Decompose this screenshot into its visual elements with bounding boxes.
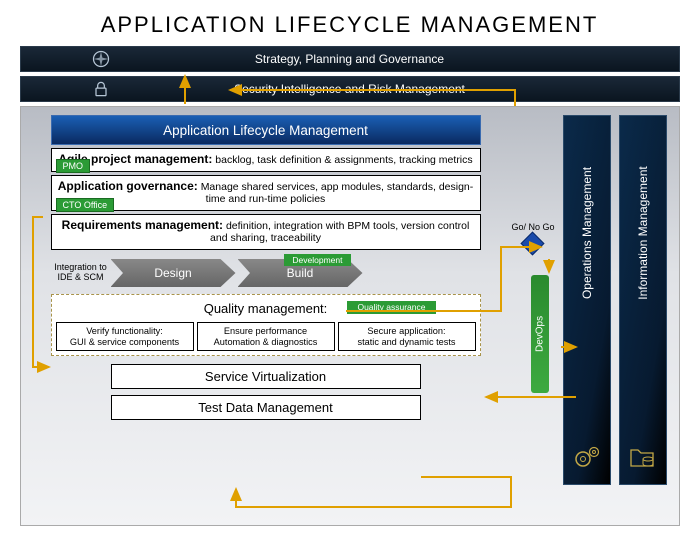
- design-block: Design: [111, 259, 236, 287]
- lock-icon: [91, 79, 111, 99]
- req-desc: definition, integration with BPM tools, …: [210, 220, 469, 244]
- ops-label: Operations Management: [580, 167, 594, 299]
- security-label: Security Intelligence and Risk Managemen…: [234, 82, 465, 96]
- qm-secure: Secure application:static and dynamic te…: [338, 322, 476, 351]
- governance-box: Application governance: Manage shared se…: [51, 175, 481, 211]
- strategy-label: Strategy, Planning and Governance: [255, 52, 444, 66]
- pmo-tag: PMO: [56, 159, 91, 173]
- qm-title-text: Quality management:: [204, 301, 328, 316]
- req-title: Requirements management:: [62, 218, 223, 232]
- test-data-management-box: Test Data Management: [111, 395, 421, 420]
- qm-cells: Verify functionality:GUI & service compo…: [56, 322, 476, 351]
- diagram-container: Strategy, Planning and Governance Securi…: [10, 46, 690, 526]
- service-virtualization-box: Service Virtualization: [111, 364, 421, 389]
- compass-icon: [91, 49, 111, 69]
- go-nogo: Go/ No Go: [511, 222, 554, 252]
- agile-box: Agile project management: backlog, task …: [51, 148, 481, 172]
- gov-desc: Manage shared services, app modules, sta…: [201, 181, 474, 205]
- qm-perf: Ensure performanceAutomation & diagnosti…: [197, 322, 335, 351]
- go-nogo-label: Go/ No Go: [511, 222, 554, 232]
- design-build-row: Integration to IDE & SCM Design Build De…: [51, 256, 481, 290]
- development-tag: Development: [284, 254, 350, 266]
- alm-header: Application Lifecycle Management: [51, 115, 481, 145]
- main-area: Application Lifecycle Management Agile p…: [20, 106, 680, 526]
- strategy-bar: Strategy, Planning and Governance: [20, 46, 680, 72]
- info-label: Information Management: [636, 166, 650, 299]
- qm-title: Quality management: Quality assurance: [56, 299, 476, 318]
- requirements-box: Requirements management: definition, int…: [51, 214, 481, 250]
- gears-icon: [572, 444, 602, 470]
- page-title: APPLICATION LIFECYCLE MANAGEMENT: [0, 0, 699, 46]
- agile-desc: backlog, task definition & assignments, …: [215, 154, 472, 166]
- security-bar: Security Intelligence and Risk Managemen…: [20, 76, 680, 102]
- quality-management-box: Quality management: Quality assurance Ve…: [51, 294, 481, 356]
- qa-tag: Quality assurance: [347, 301, 435, 314]
- operations-pillar: Operations Management: [563, 115, 611, 485]
- cto-tag: CTO Office: [56, 198, 115, 212]
- devops-bar: DevOps: [531, 275, 549, 393]
- qm-verify: Verify functionality:GUI & service compo…: [56, 322, 194, 351]
- decision-diamond-icon: [521, 231, 545, 255]
- information-pillar: Information Management: [619, 115, 667, 485]
- database-folder-icon: [628, 444, 658, 470]
- alm-area: Application Lifecycle Management Agile p…: [51, 115, 481, 420]
- integration-label: Integration to IDE & SCM: [51, 263, 111, 283]
- gov-title: Application governance:: [58, 179, 198, 193]
